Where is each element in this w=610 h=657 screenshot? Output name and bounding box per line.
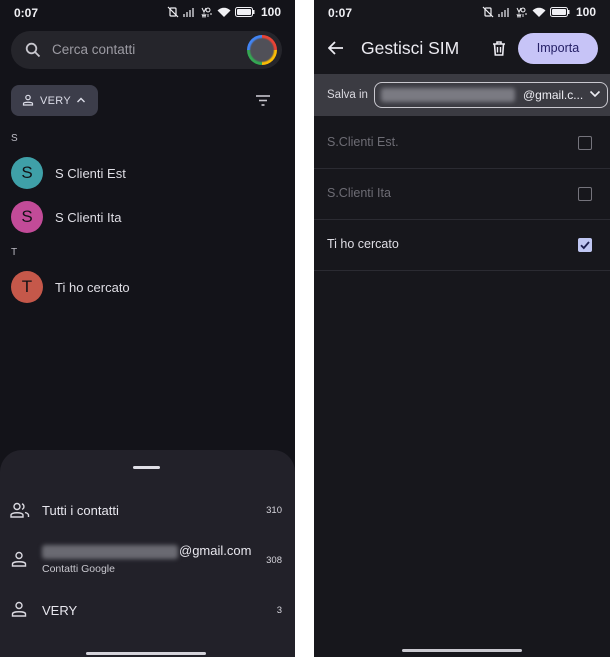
save-destination-bar: Salva in @gmail.c... <box>314 74 610 116</box>
person-icon <box>22 94 34 106</box>
check-icon <box>580 241 590 250</box>
signal-icon <box>182 8 194 17</box>
vibrate-off-icon <box>167 6 179 18</box>
vowifi-icon <box>201 7 212 18</box>
sim-contact-row[interactable]: S.Clienti Ita <box>314 169 610 220</box>
contact-name: S Clienti Est <box>55 166 126 181</box>
contact-avatar: T <box>11 271 43 303</box>
sheet-item-count: 308 <box>266 555 282 566</box>
search-placeholder: Cerca contatti <box>52 42 136 57</box>
sheet-item-very[interactable]: VERY 3 <box>0 595 295 625</box>
manage-sim-screen: 0:07 100 Gestisci SIM Importa Salva in @… <box>314 0 610 657</box>
section-header-t: T <box>11 247 18 258</box>
filter-icon[interactable] <box>255 94 271 107</box>
avatar-image <box>250 38 274 62</box>
sim-contact-checkbox[interactable] <box>578 136 592 150</box>
status-bar: 0:07 100 <box>0 0 295 24</box>
sheet-item-count: 310 <box>266 505 282 516</box>
account-email-suffix: @gmail.c... <box>523 88 584 102</box>
status-icons: 100 <box>167 5 281 19</box>
save-in-label: Salva in <box>327 89 368 101</box>
wifi-icon <box>532 7 546 17</box>
gesture-nav-bar[interactable] <box>402 649 522 652</box>
sheet-item-label: Tutti i contatti <box>42 503 119 518</box>
back-arrow-icon[interactable] <box>328 41 344 55</box>
sheet-item-label: VERY <box>42 603 78 618</box>
status-time: 0:07 <box>328 6 353 20</box>
account-filter-chip[interactable]: VERY <box>11 85 98 116</box>
section-header-s: S <box>11 133 18 144</box>
vibrate-off-icon <box>482 6 494 18</box>
trash-icon[interactable] <box>492 41 506 56</box>
sheet-item-sublabel: Contatti Google <box>42 563 115 575</box>
sim-contact-name: S.Clienti Est. <box>327 135 399 149</box>
wifi-icon <box>217 7 231 17</box>
page-title: Gestisci SIM <box>361 38 460 58</box>
contact-avatar: S <box>11 201 43 233</box>
signal-icon <box>497 8 509 17</box>
account-avatar[interactable] <box>247 35 277 65</box>
contacts-screen: 0:07 100 Cerca contatti VERY S S S Clien… <box>0 0 295 657</box>
account-bottom-sheet: Tutti i contatti 310 @gmail.com Contatti… <box>0 450 295 657</box>
status-icons: 100 <box>482 5 596 19</box>
sim-contact-checkbox[interactable] <box>578 238 592 252</box>
chevron-down-icon <box>589 90 601 98</box>
vowifi-icon <box>516 7 527 18</box>
contact-list-item[interactable]: S S Clienti Est <box>11 157 281 189</box>
sim-contact-name: Ti ho cercato <box>327 237 399 251</box>
chevron-up-icon <box>77 97 85 103</box>
contact-name: Ti ho cercato <box>55 280 130 295</box>
sheet-item-all-contacts[interactable]: Tutti i contatti 310 <box>0 496 295 526</box>
battery-icon <box>234 7 255 17</box>
people-icon <box>10 502 30 518</box>
sheet-item-google-account[interactable]: @gmail.com Contatti Google 308 <box>0 541 295 579</box>
person-icon <box>11 551 27 567</box>
redacted-email <box>42 544 178 559</box>
status-bar: 0:07 100 <box>314 0 610 24</box>
import-button[interactable]: Importa <box>518 33 598 64</box>
sim-contact-row[interactable]: S.Clienti Est. <box>314 118 610 169</box>
account-dropdown[interactable]: @gmail.c... <box>374 82 608 108</box>
sim-contact-row[interactable]: Ti ho cercato <box>314 220 610 271</box>
sheet-item-count: 3 <box>276 605 282 616</box>
status-time: 0:07 <box>14 6 39 20</box>
search-icon <box>25 42 41 58</box>
app-bar: Gestisci SIM Importa <box>314 26 610 70</box>
battery-icon <box>549 7 570 17</box>
battery-percent: 100 <box>575 5 596 19</box>
contact-list-item[interactable]: T Ti ho cercato <box>11 271 281 303</box>
battery-percent: 100 <box>260 5 281 19</box>
sheet-drag-handle[interactable] <box>133 466 160 469</box>
search-input[interactable]: Cerca contatti <box>11 31 282 69</box>
sim-contact-checkbox[interactable] <box>578 187 592 201</box>
contact-name: S Clienti Ita <box>55 210 122 225</box>
email-domain: @gmail.com <box>179 543 252 558</box>
gesture-nav-bar[interactable] <box>86 652 206 655</box>
redacted-email <box>381 88 515 102</box>
sim-contact-name: S.Clienti Ita <box>327 186 391 200</box>
chip-label: VERY <box>40 95 71 107</box>
contact-avatar: S <box>11 157 43 189</box>
sheet-item-label: @gmail.com <box>42 543 251 559</box>
person-icon <box>11 601 27 617</box>
contact-list-item[interactable]: S S Clienti Ita <box>11 201 281 233</box>
